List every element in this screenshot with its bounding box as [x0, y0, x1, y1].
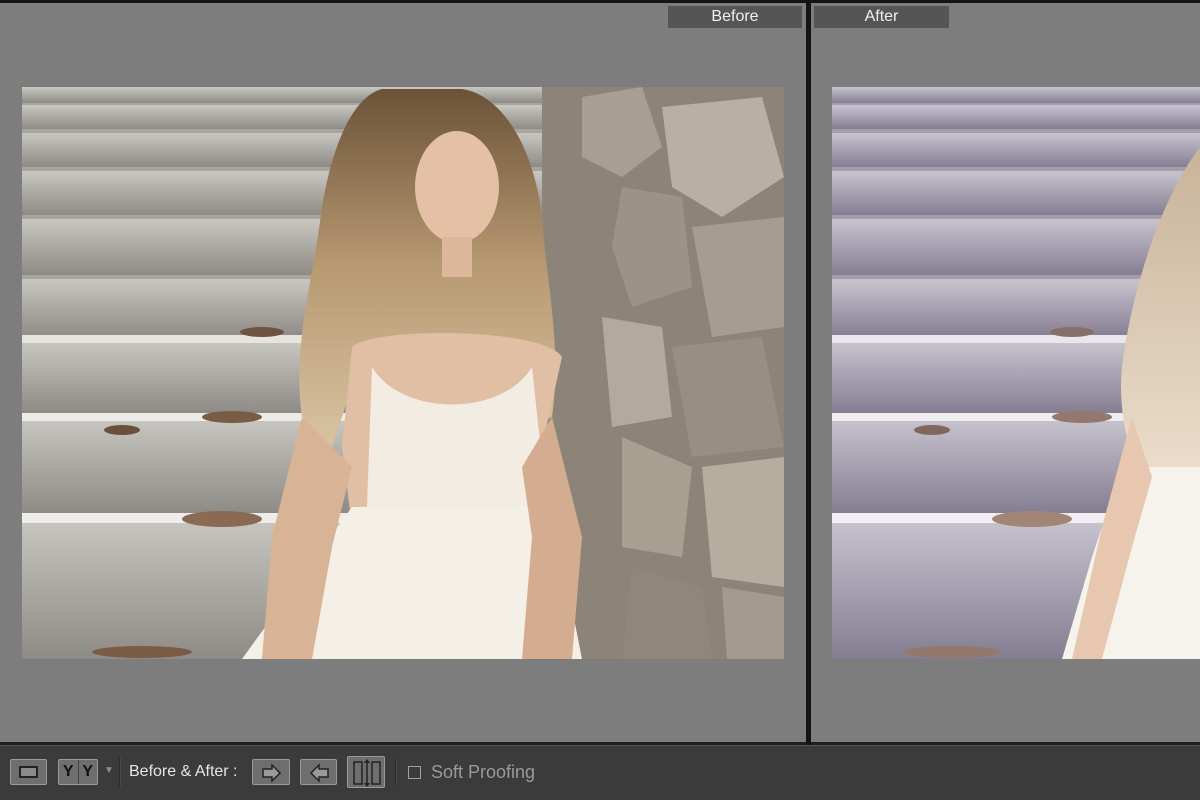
- loupe-view-button[interactable]: [10, 759, 47, 785]
- swap-before-after-icon: [353, 759, 381, 787]
- before-after-left-glyph: Y: [59, 760, 79, 784]
- copy-before-to-after-button[interactable]: [252, 759, 290, 785]
- copy-before-to-after-icon: [262, 763, 282, 783]
- before-photo-image: [22, 87, 784, 659]
- before-after-label: Before & After :: [129, 763, 238, 780]
- before-pane: Before: [0, 3, 806, 742]
- view-mode-dropdown-icon[interactable]: ▼: [104, 765, 114, 776]
- after-photo[interactable]: [832, 87, 1200, 659]
- after-pane: After: [811, 3, 1200, 742]
- toolbar-separator: [119, 758, 121, 786]
- after-photo-image: [832, 87, 1200, 659]
- before-after-right-glyph: Y: [82, 763, 94, 780]
- lightroom-develop-view: Before After Y Y Before & After: Soft P…: [0, 0, 1200, 800]
- copy-after-to-before-button[interactable]: [300, 759, 337, 785]
- before-photo[interactable]: [22, 87, 784, 659]
- loupe-view-icon: [19, 766, 38, 778]
- after-label: After: [814, 6, 949, 28]
- soft-proofing-label[interactable]: Soft Proofing: [431, 760, 535, 784]
- before-label: Before: [668, 6, 802, 28]
- copy-after-to-before-icon: [309, 763, 329, 783]
- before-after-view-button[interactable]: Y Y: [58, 759, 98, 785]
- develop-toolbar: Y Y Before & After : Soft Proofing: [0, 745, 1200, 800]
- soft-proofing-checkbox[interactable]: [408, 766, 421, 779]
- toolbar-separator: [395, 758, 397, 786]
- swap-before-after-button[interactable]: [347, 756, 385, 788]
